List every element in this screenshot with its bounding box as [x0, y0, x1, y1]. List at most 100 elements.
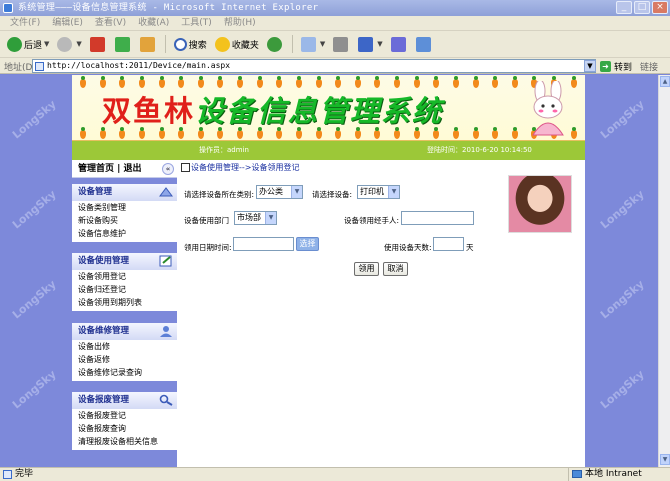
- nav-section-scrap: 设备报废管理 设备报废登记 设备报废查询 清理报废设备相关信息: [72, 392, 177, 450]
- history-icon: [266, 36, 282, 52]
- status-bar: 完毕 本地 Intranet: [0, 467, 670, 481]
- toolbar: 后退 ▼ ▼ 搜索 收藏夹 ▼ ▼: [0, 31, 670, 58]
- chevron-down-icon: ▼: [265, 212, 276, 224]
- department-select[interactable]: 市场部 ▼: [234, 211, 277, 225]
- edit-icon: [159, 255, 172, 267]
- nav-item-scrap-register[interactable]: 设备报废登记: [72, 409, 177, 422]
- home-button[interactable]: [137, 33, 160, 55]
- history-button[interactable]: [264, 33, 287, 55]
- category-select[interactable]: 办公类 ▼: [256, 185, 303, 199]
- minimize-button[interactable]: _: [616, 1, 632, 14]
- nav-item-due-list[interactable]: 设备领用到期列表: [72, 296, 177, 309]
- menu-edit[interactable]: 编辑(E): [46, 16, 89, 30]
- usage-days-label: 使用设备天数:: [384, 243, 432, 252]
- nav-top-links[interactable]: 管理首页 | 退出 «: [72, 160, 177, 178]
- address-bar: 地址(D) http://localhost:2011/Device/main.…: [0, 58, 670, 74]
- usage-days-input[interactable]: [433, 237, 464, 251]
- mail-button[interactable]: ▼: [298, 33, 328, 55]
- user-info-bar: 操作员：admin 登陆时间：2010-6-20 10:14:50: [72, 141, 585, 160]
- favorites-label: 收藏夹: [231, 40, 259, 51]
- home-icon: [139, 36, 155, 52]
- nav-item-send-repair[interactable]: 设备出修: [72, 340, 177, 353]
- nav-item-new-device[interactable]: 新设备购买: [72, 214, 177, 227]
- back-button[interactable]: 后退 ▼: [4, 33, 52, 55]
- nav-item-scrap-clean[interactable]: 清理报废设备相关信息: [72, 435, 177, 448]
- menu-help[interactable]: 帮助(H): [218, 16, 262, 30]
- window-title-bar: 系统管理———设备信息管理系统 - Microsoft Internet Exp…: [0, 0, 670, 16]
- discuss-button[interactable]: [388, 33, 411, 55]
- web-page: 双鱼林设备信息管理系统 操作员：admin 登陆时间：2010-6-20 10:…: [72, 75, 585, 467]
- go-label: 转到: [614, 62, 633, 73]
- user-photo: [508, 175, 572, 233]
- zone-label: 本地 Intranet: [585, 469, 642, 479]
- go-button[interactable]: ➜ 转到: [600, 59, 632, 73]
- device-label: 请选择设备:: [312, 190, 353, 199]
- nav-section-title[interactable]: 设备管理: [72, 184, 177, 201]
- nav-section-title[interactable]: 设备使用管理: [72, 253, 177, 270]
- operator-label: 操作员：admin: [199, 146, 249, 154]
- select-date-button[interactable]: 选择: [296, 237, 319, 251]
- menu-tools[interactable]: 工具(T): [175, 16, 218, 30]
- main-content: 设备使用管理-->设备领用登记 请选择设备所在类别: 办公类 ▼ 请选择设备: …: [177, 160, 585, 467]
- address-dropdown-button[interactable]: ▼: [584, 60, 596, 72]
- stop-button[interactable]: [87, 33, 110, 55]
- device-select[interactable]: 打印机 ▼: [357, 185, 400, 199]
- refresh-button[interactable]: [112, 33, 135, 55]
- cancel-button[interactable]: 取消: [383, 262, 408, 276]
- favorites-button[interactable]: 收藏夹: [212, 33, 262, 55]
- device-select-value: 打印机: [360, 187, 384, 196]
- address-input[interactable]: http://localhost:2011/Device/main.aspx: [32, 59, 596, 73]
- checkout-date-input[interactable]: [233, 237, 294, 251]
- handler-input[interactable]: [401, 211, 474, 225]
- category-select-value: 办公类: [259, 187, 283, 196]
- handler-label: 设备领用经手人:: [344, 216, 400, 225]
- go-arrow-icon: ➜: [600, 60, 611, 72]
- nav-section-title[interactable]: 设备维修管理: [72, 323, 177, 340]
- back-label: 后退: [24, 40, 43, 51]
- department-select-value: 市场部: [237, 213, 261, 222]
- usage-days-unit: 天: [466, 243, 474, 252]
- menu-favorites[interactable]: 收藏(A): [132, 16, 175, 30]
- nav-section-repair: 设备维修管理 设备出修 设备返修 设备维修记录查询: [72, 323, 177, 381]
- nav-item-device-category[interactable]: 设备类别管理: [72, 201, 177, 214]
- refresh-icon: [114, 36, 130, 52]
- menu-bar: 文件(F) 编辑(E) 查看(V) 收藏(A) 工具(T) 帮助(H): [0, 16, 670, 31]
- vertical-scrollbar[interactable]: ▲ ▼: [658, 75, 670, 467]
- nav-section-title[interactable]: 设备报废管理: [72, 392, 177, 409]
- maximize-button[interactable]: □: [634, 1, 650, 14]
- nav-item-scrap-query[interactable]: 设备报废查询: [72, 422, 177, 435]
- print-button[interactable]: [330, 33, 353, 55]
- watermark: LongSky: [597, 367, 647, 412]
- edit-page-button[interactable]: ▼: [355, 33, 385, 55]
- menu-file[interactable]: 文件(F): [4, 16, 46, 30]
- search-button[interactable]: 搜索: [171, 33, 210, 55]
- breadcrumb: 设备使用管理-->设备领用登记: [181, 162, 299, 173]
- scroll-down-button[interactable]: ▼: [660, 454, 670, 465]
- gear-icon: [159, 187, 173, 197]
- nav-item-return[interactable]: 设备归还登记: [72, 283, 177, 296]
- login-time: 登陆时间：2010-6-20 10:14:50: [427, 146, 532, 154]
- chevron-down-icon: ▼: [377, 40, 383, 48]
- home-logout-links[interactable]: 管理首页 | 退出: [78, 164, 142, 174]
- nav-item-repair-records[interactable]: 设备维修记录查询: [72, 366, 177, 379]
- site-title-brand: 双鱼林: [102, 94, 196, 128]
- checkout-submit-button[interactable]: 领用: [354, 262, 379, 276]
- collapse-nav-button[interactable]: «: [162, 163, 174, 175]
- links-button[interactable]: 链接: [640, 60, 658, 73]
- watermark: LongSky: [9, 367, 59, 412]
- edit-icon: [181, 163, 190, 172]
- watermark: LongSky: [597, 97, 647, 142]
- chevron-down-icon: ▼: [388, 186, 399, 198]
- forward-button[interactable]: ▼: [54, 33, 84, 55]
- nav-item-device-maintain[interactable]: 设备信息维护: [72, 227, 177, 240]
- close-button[interactable]: ×: [652, 1, 668, 14]
- messenger-button[interactable]: [413, 33, 436, 55]
- scroll-up-button[interactable]: ▲: [660, 76, 670, 87]
- back-arrow-icon: [7, 36, 22, 52]
- word-icon: [358, 36, 374, 52]
- nav-item-back-repair[interactable]: 设备返修: [72, 353, 177, 366]
- nav-item-checkout[interactable]: 设备领用登记: [72, 270, 177, 283]
- site-title-system: 设备信息管理系统: [195, 94, 444, 128]
- ie-icon: [3, 3, 13, 13]
- menu-view[interactable]: 查看(V): [89, 16, 132, 30]
